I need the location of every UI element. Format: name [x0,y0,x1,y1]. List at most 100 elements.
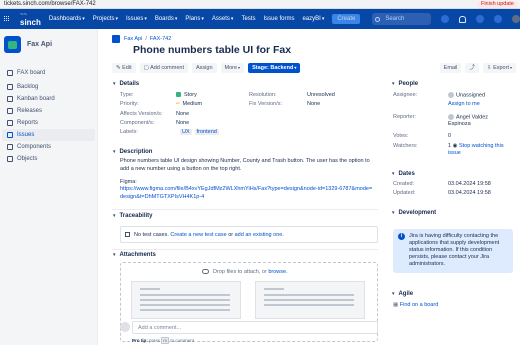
page-title[interactable]: Phone numbers table UI for Fax [133,44,291,56]
breadcrumb-issue-key[interactable]: FAX-742 [150,36,171,42]
chevron-down-icon: ▾ [321,16,325,22]
apps-icon[interactable] [441,15,449,23]
nav-plans[interactable]: Plans▾ [185,16,204,22]
nav-issue-forms[interactable]: Issue forms [263,16,294,22]
project-header[interactable]: Fax Api [4,36,97,53]
sidebar-item-releases[interactable]: Releases [2,105,95,117]
address-bar[interactable]: tickets.sinch.com/browse/FAX-742 [4,1,96,7]
attachments-section-header[interactable]: ▼ Attachments [112,252,156,258]
add-existing-test-link[interactable]: add an existing one. [235,232,284,238]
share-button[interactable]: ⤴ [465,62,479,73]
chevron-down-icon: ▾ [509,64,512,70]
resolution-label: Resolution: [249,92,277,98]
breadcrumb-project[interactable]: Fax Api [124,36,142,42]
bell-icon[interactable] [459,15,466,23]
reporter-label: Reporter: [393,114,416,120]
search-input[interactable]: Search [372,13,431,25]
attachment-thumbnail[interactable] [255,281,365,319]
people-section-header[interactable]: ▼ People [391,81,418,87]
add-comment-button[interactable]: ▢ Add comment [139,62,188,73]
create-button[interactable]: Create [332,14,361,24]
dates-section-header[interactable]: ▼ Dates [391,171,415,177]
nav-tests[interactable]: Tests [241,16,255,22]
browser-bar: tickets.sinch.com/browse/FAX-742 Finish … [0,0,520,9]
updated-value: 03.04.2024 19:58 [448,190,491,196]
edit-button[interactable]: ✎ Edit [112,62,136,73]
priority-label: Priority: [120,101,139,107]
type-label: Type: [120,92,134,98]
sidebar-item-components[interactable]: Components [2,141,95,153]
avatar [448,114,454,120]
avatar [448,92,454,98]
reports-icon [7,120,13,126]
details-section-header[interactable]: ▼ Details [112,81,139,87]
create-test-case-link[interactable]: Create a new test case [170,232,226,238]
sidebar-item-issues[interactable]: Issues [2,129,95,141]
brand-name: sinch [20,18,41,27]
nav-issues[interactable]: Issues▾ [126,16,147,22]
app-switcher-icon[interactable] [4,16,10,22]
export-button[interactable]: ⇩ Export▾ [482,62,516,73]
assign-to-me-container: Assign to me [448,101,480,107]
sidebar-item-fax-board[interactable]: FAX board [2,67,95,79]
avatar[interactable] [512,15,520,23]
nav-boards[interactable]: Boards▾ [155,16,178,22]
chevron-down-icon: ▾ [144,16,147,22]
nav-projects[interactable]: Projects▾ [93,16,118,22]
chevron-down-icon: ▾ [174,16,178,22]
chevron-down-icon: ▾ [201,16,204,22]
stop-watching-link[interactable]: Stop watching this issue [448,143,504,156]
chevron-down-icon: ▼ [112,213,117,218]
backlog-icon [7,84,13,90]
attachment-thumbnail[interactable] [131,281,241,319]
project-icon [112,35,120,43]
divider [112,209,378,210]
components-icon [7,144,13,150]
sidebar-item-reports[interactable]: Reports [2,117,95,129]
project-name: Fax Api [27,41,53,48]
nav-eazybi[interactable]: eazyBI▾ [302,16,324,22]
traceability-section-header[interactable]: ▼ Traceability [112,213,153,219]
watchers-count[interactable]: 1 [448,143,451,149]
chevron-down-icon: ▾ [82,16,85,22]
sidebar-item-backlog[interactable]: Backlog [2,81,95,93]
agile-section-header[interactable]: ▼ Agile [391,291,413,297]
chevron-down-icon: ▾ [238,64,241,70]
stage-button[interactable]: Stage: Backend▾ [248,62,301,73]
keyboard-key: m [161,337,170,344]
chevron-down-icon: ▾ [230,16,234,22]
export-icon: ⇩ [486,64,492,71]
updated-label: Updated: [393,190,416,196]
comment-input[interactable]: Add a comment... [132,321,378,334]
more-button[interactable]: More▾ [220,62,245,73]
email-button[interactable]: Email [439,62,462,73]
release-icon [7,108,13,114]
browse-link[interactable]: browse. [268,269,287,275]
description-text[interactable]: Phone numbers table UI design showing Nu… [120,158,375,173]
sidebar-item-kanban-board[interactable]: Kanban board [2,93,95,105]
votes-value[interactable]: 0 [448,133,451,139]
settings-icon[interactable] [494,15,502,23]
finish-update-button[interactable]: Finish update [476,0,518,8]
watchers-value: 1 ◉ Stop watching this issue [448,143,513,157]
sidebar-item-objects[interactable]: Objects [2,153,95,165]
development-section-header[interactable]: ▼ Development [391,210,436,216]
issues-icon [7,132,13,138]
find-on-board-container: ▦ Find on a board [393,302,438,308]
nav-dashboards[interactable]: Dashboards▾ [49,16,85,22]
help-icon[interactable] [476,15,484,23]
labels-value: UX frontend [180,129,222,135]
issue-view: Fax Api / FAX-742 Phone numbers table UI… [112,29,520,345]
chevron-down-icon: ▼ [112,252,117,257]
label-tag[interactable]: UX [180,129,192,135]
label-tag[interactable]: frontend [194,129,219,135]
description-section-header[interactable]: ▼ Description [112,149,152,155]
figma-link[interactable]: https://www.figma.com/file/B4xvYEgJdfMz2… [120,186,372,200]
find-on-board-link[interactable]: Find on a board [400,302,439,308]
nav-assets[interactable]: Assets▾ [212,16,234,22]
assignee-value[interactable]: Unassigned [448,92,485,98]
reporter-value[interactable]: Angel Valdez Espinoza [448,114,508,128]
assign-button[interactable]: Assign [192,62,217,73]
assign-to-me-link[interactable]: Assign to me [448,101,480,107]
brand-logo[interactable]: ~~ sinch [20,12,41,27]
